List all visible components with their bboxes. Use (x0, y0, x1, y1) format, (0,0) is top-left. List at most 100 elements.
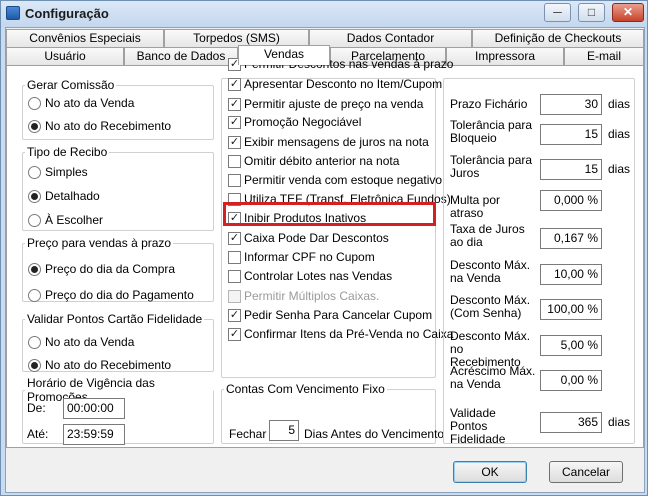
check-mark-icon: ✓ (228, 77, 241, 91)
radio-comissao-recebimento[interactable]: No ato do Recebimento (28, 119, 171, 133)
field-input-2[interactable]: 15 (540, 159, 602, 180)
radio-label: À Escolher (45, 213, 104, 227)
horario-ate-input[interactable]: 23:59:59 (63, 424, 125, 445)
radio-label: No ato da Venda (45, 96, 135, 110)
radio-comissao-venda[interactable]: No ato da Venda (28, 96, 134, 110)
radio-recibo-detalhado[interactable]: Detalhado (28, 189, 100, 203)
radio-indicator (28, 213, 41, 227)
maximize-button[interactable]: □ (578, 3, 605, 22)
contas-fechar-label: Fechar (229, 427, 267, 441)
tab-email[interactable]: E-mail (564, 47, 644, 65)
field-input-6[interactable]: 100,00 % (540, 299, 602, 320)
checkbox-empty-icon (228, 154, 241, 168)
field-label-4: Taxa de Juros ao dia (450, 222, 525, 249)
tab-banco-de-dados[interactable]: Banco de Dados (124, 47, 238, 65)
check-mark-icon: ✓ (228, 327, 241, 341)
vendas-tab-panel: Gerar Comissão No ato da Venda No ato do… (6, 57, 644, 448)
field-unit-2: dias (608, 162, 631, 176)
checkbox-label: Promoção Negociável (244, 115, 362, 129)
radio-label: Preço do dia da Compra (45, 262, 176, 276)
checkbox-6[interactable]: Permitir venda com estoque negativo (228, 173, 442, 187)
field-unit-0: dias (608, 97, 631, 111)
radio-preco-compra[interactable]: Preço do dia da Compra (28, 262, 175, 276)
field-unit-9: dias (608, 415, 631, 429)
radio-preco-pagamento[interactable]: Preço do dia do Pagamento (28, 288, 194, 302)
field-label-2: Tolerância para Juros (450, 153, 533, 180)
radio-indicator (28, 165, 41, 179)
field-input-3[interactable]: 0,000 % (540, 190, 602, 211)
field-input-8[interactable]: 0,00 % (540, 370, 602, 391)
highlight-promocao-negociavel (223, 202, 436, 226)
checkbox-10[interactable]: Informar CPF no Cupom (228, 250, 375, 264)
field-label-5: Desconto Máx. na Venda (450, 258, 531, 285)
tab-usuario[interactable]: Usuário (6, 47, 124, 65)
field-label-6: Desconto Máx. (Com Senha) (450, 293, 531, 320)
field-input-0[interactable]: 30 (540, 94, 602, 115)
checkbox-4[interactable]: ✓ Exibir mensagens de juros na nota (228, 135, 429, 149)
tipo-recibo-title: Tipo de Recibo (27, 145, 108, 159)
field-label-3: Multa por atraso (450, 193, 501, 220)
minimize-button[interactable]: ─ (544, 3, 571, 22)
radio-pontos-venda[interactable]: No ato da Venda (28, 335, 134, 349)
check-mark-icon: ✓ (228, 308, 241, 322)
checkbox-3[interactable]: ✓ Promoção Negociável (228, 115, 361, 129)
field-label-8: Acréscimo Máx. na Venda (450, 364, 536, 391)
check-mark-icon: ✓ (228, 231, 241, 245)
checkbox-13[interactable]: ✓ Pedir Senha Para Cancelar Cupom (228, 308, 432, 322)
checkbox-empty-icon (228, 289, 241, 303)
checkbox-label: Exibir mensagens de juros na nota (244, 135, 429, 149)
validar-pontos-title: Validar Pontos Cartão Fidelidade (27, 312, 203, 326)
checkbox-label: Permitir venda com estoque negativo (244, 173, 443, 187)
checkbox-empty-icon (228, 250, 241, 264)
field-label-0: Prazo Fichário (450, 97, 528, 111)
radio-recibo-simples[interactable]: Simples (28, 165, 88, 179)
field-input-1[interactable]: 15 (540, 124, 602, 145)
radio-label: No ato do Recebimento (45, 358, 172, 372)
gerar-comissao-title: Gerar Comissão (27, 78, 115, 92)
checkbox-2[interactable]: ✓ Permitir ajuste de preço na venda (228, 97, 423, 111)
checkbox-14[interactable]: ✓ Confirmar Itens da Pré-Venda no Caixa (228, 327, 453, 341)
radio-indicator (28, 96, 41, 110)
titlebar: Configuração ─ □ ✕ (1, 1, 647, 27)
checkbox-empty-icon (228, 173, 241, 187)
radio-label: No ato da Venda (45, 335, 135, 349)
field-unit-1: dias (608, 127, 631, 141)
preco-prazo-title: Preço para vendas à prazo (27, 236, 172, 250)
field-input-5[interactable]: 10,00 % (540, 264, 602, 285)
check-mark-icon: ✓ (228, 135, 241, 149)
checkbox-label: Informar CPF no Cupom (244, 250, 375, 264)
checkbox-label: Apresentar Desconto no Item/Cupom (244, 77, 443, 91)
tab-vendas[interactable]: Vendas (238, 45, 330, 65)
close-button[interactable]: ✕ (612, 3, 644, 22)
contas-suffix-label: Dias Antes do Vencimento (304, 427, 445, 441)
checkbox-1[interactable]: ✓ Apresentar Desconto no Item/Cupom (228, 77, 442, 91)
contas-dias-input[interactable]: 5 (269, 420, 299, 441)
window-title: Configuração (25, 6, 109, 21)
field-input-4[interactable]: 0,167 % (540, 228, 602, 249)
radio-label: Detalhado (45, 189, 100, 203)
checkbox-9[interactable]: ✓ Caixa Pode Dar Descontos (228, 231, 389, 245)
checkbox-5[interactable]: Omitir débito anterior na nota (228, 154, 399, 168)
checkbox-empty-icon (228, 269, 241, 283)
radio-indicator (28, 189, 41, 203)
tab-dados-contador[interactable]: Dados Contador (309, 29, 472, 47)
checkbox-label: Caixa Pode Dar Descontos (244, 231, 389, 245)
checkbox-label: Controlar Lotes nas Vendas (244, 269, 393, 283)
ok-button[interactable]: OK (453, 461, 527, 483)
tab-impressora[interactable]: Impressora (446, 47, 564, 65)
radio-indicator (28, 335, 41, 349)
horario-de-label: De: (27, 401, 46, 415)
field-input-7[interactable]: 5,00 % (540, 335, 602, 356)
radio-pontos-recebimento[interactable]: No ato do Recebimento (28, 358, 171, 372)
horario-de-input[interactable]: 00:00:00 (63, 398, 125, 419)
check-mark-icon: ✓ (228, 97, 241, 111)
cancel-button[interactable]: Cancelar (549, 461, 623, 483)
tab-definicao-checkouts[interactable]: Definição de Checkouts (472, 29, 644, 47)
app-icon (6, 6, 20, 20)
checkbox-11[interactable]: Controlar Lotes nas Vendas (228, 269, 392, 283)
checkbox-label: Omitir débito anterior na nota (244, 154, 400, 168)
check-mark-icon: ✓ (228, 115, 241, 129)
radio-recibo-escolher[interactable]: À Escolher (28, 213, 103, 227)
tab-convenios-especiais[interactable]: Convênios Especiais (6, 29, 164, 47)
field-input-9[interactable]: 365 (540, 412, 602, 433)
